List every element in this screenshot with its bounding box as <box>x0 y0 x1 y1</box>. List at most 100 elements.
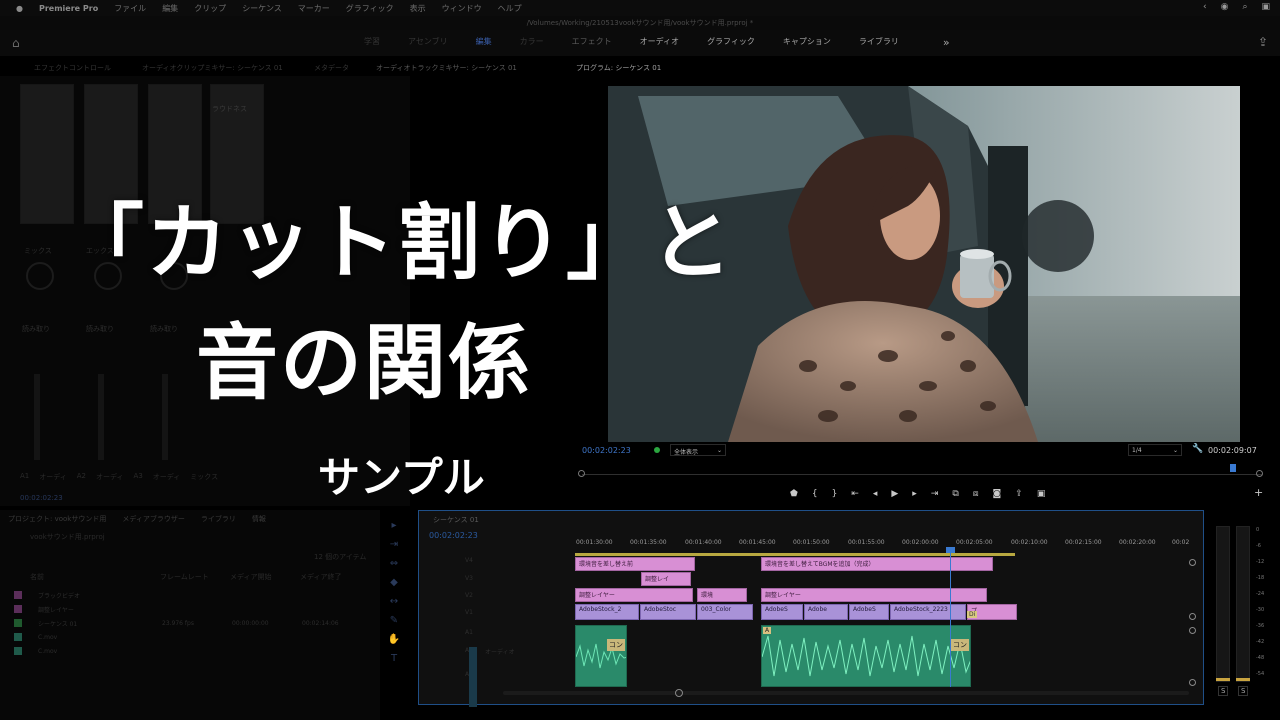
tab-media-browser[interactable]: メディアブラウザー <box>122 514 185 524</box>
hand-tool-icon[interactable]: ✋ <box>388 634 400 645</box>
step-forward-icon[interactable]: ▸ <box>912 489 917 499</box>
tab-graphics[interactable]: グラフィック <box>693 36 769 49</box>
audio-transition-1[interactable]: コン <box>607 639 625 651</box>
clip-v2-a[interactable]: 調整レイヤー <box>575 588 693 602</box>
tab-info[interactable]: 情報 <box>252 514 266 524</box>
scroll-handle[interactable] <box>1189 679 1196 686</box>
export-frame-icon[interactable]: ◙ <box>993 489 1002 499</box>
track-v2[interactable]: V2 <box>465 592 473 599</box>
fader-2[interactable] <box>98 374 104 460</box>
read-mode-1[interactable]: 読み取り <box>22 324 50 334</box>
menu-edit[interactable]: 編集 <box>162 3 178 14</box>
scroll-handle[interactable] <box>1189 559 1196 566</box>
timeline-timecode[interactable]: 00:02:02:23 <box>429 531 478 540</box>
resolution-select[interactable]: 1/4 ⌄ <box>1128 444 1182 456</box>
comparison-icon[interactable]: ▣ <box>1037 489 1046 499</box>
clip-v2-b[interactable]: 環境 <box>697 588 747 602</box>
play-circle-icon[interactable]: ◉ <box>1221 2 1229 12</box>
apple-icon[interactable]: ● <box>16 4 23 13</box>
tab-metadata[interactable]: メタデータ <box>314 63 349 73</box>
tab-project[interactable]: プロジェクト: vookサウンド用 <box>8 514 106 524</box>
scrub-end-handle[interactable] <box>1256 470 1263 477</box>
solo-right-button[interactable]: S <box>1238 686 1249 696</box>
clip-v4-b[interactable]: 環境音を差し替えてBGMを追加（完成） <box>761 557 993 571</box>
chevron-left-icon[interactable]: ‹ <box>1203 2 1207 12</box>
share-icon[interactable]: ⇪ <box>1258 35 1268 49</box>
clip-v2-c[interactable]: 調整レイヤー <box>761 588 987 602</box>
tab-assembly[interactable]: アセンブリ <box>394 36 462 49</box>
clip-v1-g[interactable]: AdobeStock_2223 <box>890 604 966 620</box>
col-start[interactable]: メディア開始 <box>230 572 300 582</box>
menu-help[interactable]: ヘルプ <box>498 3 522 14</box>
home-icon[interactable]: ⌂ <box>12 36 20 50</box>
clip-v1-d[interactable]: AdobeS <box>761 604 803 620</box>
list-item[interactable]: シーケンス 01 23.976 fps 00:00:00:00 00:02:14… <box>14 616 364 630</box>
add-marker-icon[interactable]: ⬟ <box>790 489 798 499</box>
timeline-tab[interactable]: シーケンス 01 <box>433 515 479 525</box>
menu-file[interactable]: ファイル <box>114 3 146 14</box>
audio-clip-2[interactable] <box>761 625 971 687</box>
track-select-icon[interactable]: ⇥ <box>390 539 398 550</box>
tab-learn[interactable]: 学習 <box>350 36 394 49</box>
list-item[interactable]: ブラックビデオ <box>14 588 364 602</box>
clip-v1-c[interactable]: 003_Color <box>697 604 753 620</box>
menu-view[interactable]: 表示 <box>410 3 426 14</box>
marker-a[interactable]: A <box>763 627 772 634</box>
ripple-edit-icon[interactable]: ⇔ <box>390 558 398 569</box>
solo-left-button[interactable]: S <box>1218 686 1229 696</box>
tab-audio[interactable]: オーディオ <box>626 36 693 49</box>
audio-transition-2[interactable]: コン <box>951 639 969 651</box>
clip-v1-b[interactable]: AdobeStoc <box>640 604 696 620</box>
track-v1[interactable]: V1 <box>465 609 473 616</box>
col-end[interactable]: メディア終了 <box>300 572 360 582</box>
menu-sequence[interactable]: シーケンス <box>242 3 282 14</box>
col-name[interactable]: 名前 <box>30 572 160 582</box>
playhead-marker[interactable] <box>1230 464 1236 472</box>
menu-marker[interactable]: マーカー <box>298 3 330 14</box>
clip-v1-f[interactable]: AdobeS <box>849 604 889 620</box>
playhead-handle[interactable] <box>946 547 955 553</box>
go-to-out-icon[interactable]: ⇥ <box>931 489 939 499</box>
work-area-bar[interactable] <box>575 553 1015 556</box>
menu-clip[interactable]: クリップ <box>194 3 226 14</box>
program-timecode[interactable]: 00:02:02:23 <box>582 446 631 455</box>
tab-program-monitor[interactable]: プログラム: シーケンス 01 <box>576 63 661 73</box>
fit-select[interactable]: 全体表示 ⌄ <box>670 444 726 456</box>
wrench-icon[interactable]: 🔧 <box>1192 444 1203 454</box>
clip-v3[interactable]: 調整レイ <box>641 572 691 586</box>
timeline-playhead[interactable] <box>950 547 951 687</box>
scroll-zoom-handle[interactable] <box>675 689 683 697</box>
timeline-horizontal-scrollbar[interactable] <box>503 691 1189 695</box>
list-item[interactable]: C.mov <box>14 644 364 658</box>
scrub-bar[interactable] <box>582 474 1262 475</box>
add-button-icon[interactable]: + <box>1254 486 1263 499</box>
type-tool-icon[interactable]: T <box>391 653 397 664</box>
slip-tool-icon[interactable]: ↔ <box>390 596 398 607</box>
track-a1[interactable]: A1 <box>465 629 473 636</box>
track-v3[interactable]: V3 <box>465 575 473 582</box>
overwrite-icon[interactable]: ⧈ <box>973 489 979 499</box>
lift-icon[interactable]: ⇪ <box>1015 489 1023 499</box>
app-menu[interactable]: Premiere Pro <box>39 4 98 13</box>
timeline-panel[interactable]: シーケンス 01 00:02:02:23 V4 V3 V2 V1 A1 A2 A… <box>418 510 1204 707</box>
pan-knob-1[interactable] <box>26 262 54 290</box>
pen-tool-icon[interactable]: ✎ <box>390 615 398 626</box>
scrub-start-handle[interactable] <box>578 470 585 477</box>
tab-libraries[interactable]: ライブラリ <box>201 514 236 524</box>
tab-libraries[interactable]: ライブラリ <box>845 36 913 49</box>
audio-target[interactable] <box>469 647 477 707</box>
col-fps[interactable]: フレームレート <box>160 572 230 582</box>
go-to-in-icon[interactable]: ⇤ <box>851 489 859 499</box>
tab-audio-clip-mixer[interactable]: オーディオクリップミキサー: シーケンス 01 <box>142 63 283 73</box>
tab-effect-controls[interactable]: エフェクトコントロール <box>34 63 111 73</box>
fader-1[interactable] <box>34 374 40 460</box>
scroll-handle[interactable] <box>1189 613 1196 620</box>
search-icon[interactable]: ⌕ <box>1242 2 1247 12</box>
read-mode-3[interactable]: 読み取り <box>150 324 178 334</box>
razor-tool-icon[interactable]: ◆ <box>390 577 398 588</box>
step-back-icon[interactable]: ◂ <box>873 489 878 499</box>
selection-tool-icon[interactable]: ▸ <box>391 520 396 531</box>
read-mode-2[interactable]: 読み取り <box>86 324 114 334</box>
scroll-handle[interactable] <box>1189 627 1196 634</box>
menu-graphics[interactable]: グラフィック <box>346 3 394 14</box>
